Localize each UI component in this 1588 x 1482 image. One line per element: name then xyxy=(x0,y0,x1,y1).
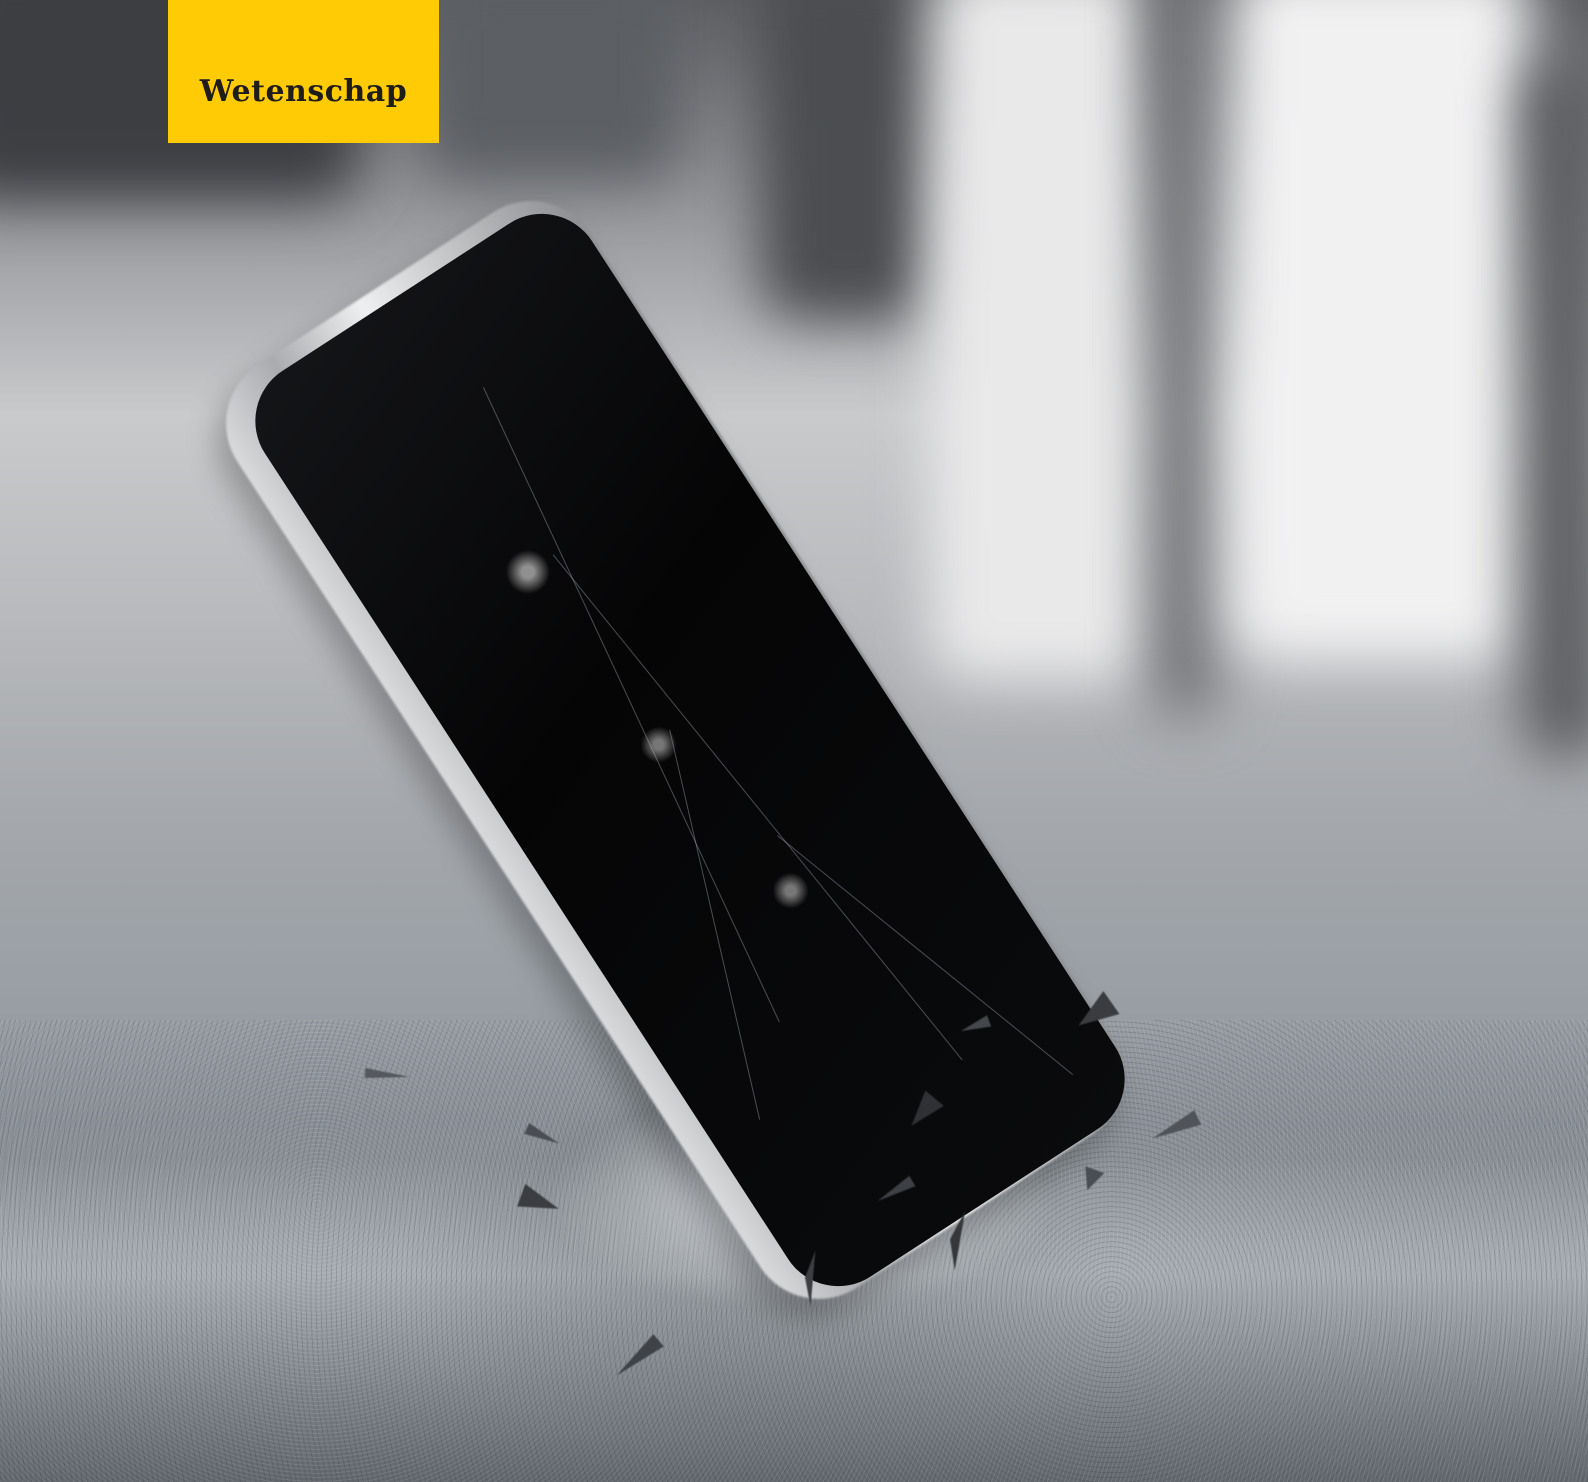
hero-photo: Wetenschap xyxy=(0,0,1588,1482)
background-blur xyxy=(1230,0,1530,660)
background-blur xyxy=(1520,60,1588,760)
crack-line xyxy=(552,554,963,1061)
background-blur xyxy=(760,0,930,320)
category-label: Wetenschap xyxy=(199,74,408,109)
crack-line xyxy=(482,387,780,1023)
background-blur xyxy=(420,0,680,180)
crack-line xyxy=(777,835,1074,1075)
background-blur xyxy=(930,0,1150,680)
crack-line xyxy=(669,729,761,1120)
background-blur xyxy=(1150,0,1220,720)
category-tag[interactable]: Wetenschap xyxy=(168,0,439,143)
